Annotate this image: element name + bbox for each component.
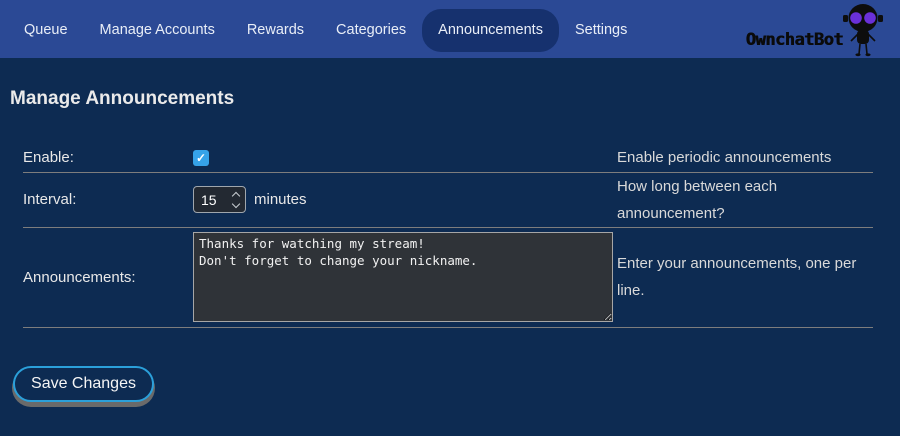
interval-help-text: How long between each announcement? (617, 178, 777, 222)
spinner-up-icon[interactable] (232, 191, 240, 199)
tab-manage-accounts[interactable]: Manage Accounts (84, 9, 231, 52)
table-row-interval: Interval: 15 minutes How long between ea… (23, 172, 873, 227)
announcement-settings-table: Enable: ✓ Enable periodic announcements … (23, 144, 873, 328)
interval-unit-label: minutes (254, 191, 307, 208)
spinner-down-icon[interactable] (232, 199, 240, 207)
interval-number-input[interactable]: 15 (193, 186, 246, 213)
tab-rewards[interactable]: Rewards (231, 9, 320, 52)
interval-value: 15 (201, 192, 217, 208)
save-changes-button[interactable]: Save Changes (13, 366, 154, 402)
logo-text: OwnchatBot (746, 30, 843, 50)
table-row-enable: Enable: ✓ Enable periodic announcements (23, 144, 873, 172)
robot-mascot-icon (840, 3, 886, 57)
announcements-help-text: Enter your announcements, one per line. (617, 255, 856, 299)
page-title: Manage Announcements (10, 88, 900, 110)
navbar: Queue Manage Accounts Rewards Categories… (0, 0, 900, 58)
enable-checkbox[interactable]: ✓ (193, 150, 209, 166)
enable-label: Enable: (23, 149, 74, 166)
announcements-textarea[interactable]: Thanks for watching my stream! Don't for… (193, 232, 613, 322)
number-spinner[interactable] (233, 193, 239, 207)
tab-categories[interactable]: Categories (320, 9, 422, 52)
tab-announcements[interactable]: Announcements (422, 9, 559, 52)
check-icon: ✓ (196, 151, 206, 165)
enable-help-text: Enable periodic announcements (617, 149, 831, 166)
tab-queue[interactable]: Queue (8, 9, 84, 52)
interval-label: Interval: (23, 191, 76, 208)
tab-settings[interactable]: Settings (559, 9, 643, 52)
announcements-label: Announcements: (23, 269, 136, 286)
logo: OwnchatBot (746, 3, 886, 57)
main-content: Manage Announcements Enable: ✓ Enable pe… (0, 88, 900, 402)
table-row-announcements: Announcements: Thanks for watching my st… (23, 227, 873, 327)
